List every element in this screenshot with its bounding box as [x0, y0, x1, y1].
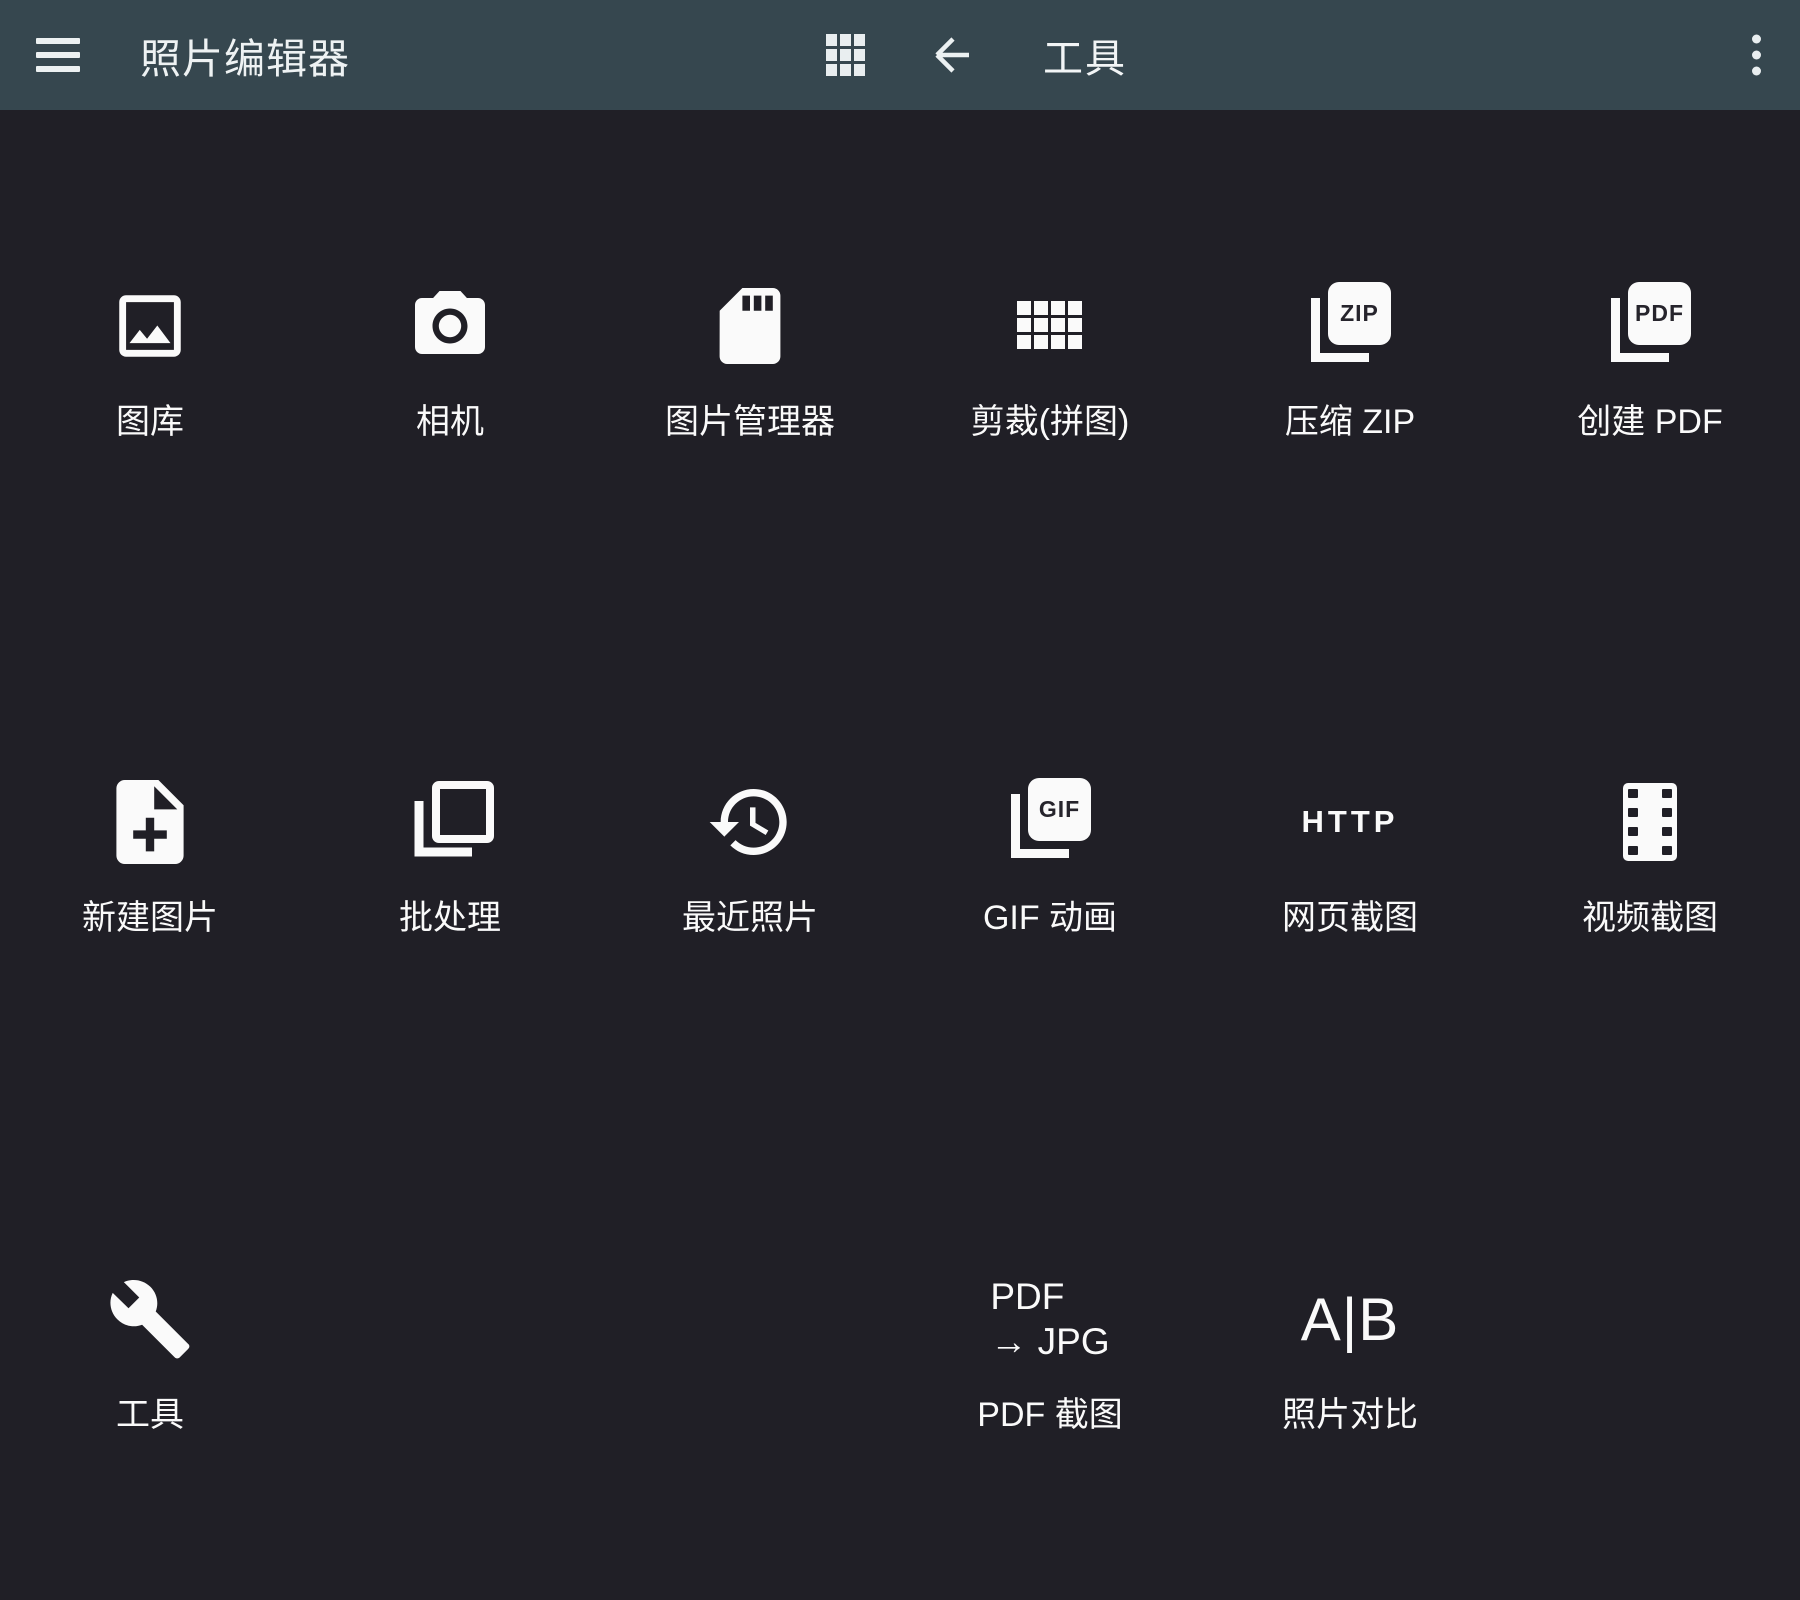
tool-image-manager[interactable]: 图片管理器	[600, 110, 900, 607]
app-title: 照片编辑器	[140, 25, 350, 85]
tool-photo-compare[interactable]: A|B 照片对比	[1200, 1103, 1500, 1600]
tool-label: 批处理	[399, 890, 501, 939]
tool-label: PDF 截图	[977, 1387, 1122, 1436]
sd-card-icon	[712, 274, 788, 378]
tool-label: 图片管理器	[665, 394, 835, 443]
tool-label: GIF 动画	[983, 890, 1117, 939]
tool-create-pdf[interactable]: PDF 创建 PDF	[1500, 110, 1800, 607]
gif-badge-text: GIF	[1028, 778, 1091, 841]
gif-badge-icon: GIF	[1006, 770, 1094, 874]
tool-label: 图库	[116, 394, 184, 443]
page-title: 工具	[1043, 26, 1127, 84]
tool-tools[interactable]: 工具	[0, 1103, 300, 1600]
tool-batch-process[interactable]: 批处理	[300, 607, 600, 1104]
tool-gif-animation[interactable]: GIF GIF 动画	[900, 607, 1200, 1104]
tool-gallery[interactable]: 图库	[0, 110, 300, 607]
pdf-badge-icon: PDF	[1606, 274, 1694, 378]
tool-label: 压缩 ZIP	[1285, 394, 1415, 443]
tool-new-image[interactable]: 新建图片	[0, 607, 300, 1104]
top-app-bar: 照片编辑器 工具	[0, 0, 1800, 110]
overflow-menu-icon[interactable]	[1748, 31, 1765, 80]
tool-pdf-screenshot[interactable]: PDF → JPG PDF 截图	[900, 1103, 1200, 1600]
tool-camera[interactable]: 相机	[300, 110, 600, 607]
http-text-icon: HTTP	[1302, 770, 1399, 874]
new-image-icon	[116, 770, 184, 874]
ab-compare-icon: A|B	[1301, 1267, 1400, 1371]
collage-grid-icon	[1017, 274, 1083, 378]
pdf-badge-text: PDF	[1628, 282, 1691, 345]
tool-video-screenshot[interactable]: 视频截图	[1500, 607, 1800, 1104]
tool-recent-photos[interactable]: 最近照片	[600, 607, 900, 1104]
tool-label: 剪裁(拼图)	[971, 394, 1130, 443]
camera-icon	[408, 274, 492, 378]
tool-label: 照片对比	[1282, 1387, 1418, 1436]
tool-label: 工具	[116, 1387, 184, 1436]
back-arrow-icon[interactable]	[928, 31, 976, 79]
tool-label: 创建 PDF	[1577, 394, 1722, 443]
tool-crop-collage[interactable]: 剪裁(拼图)	[900, 110, 1200, 607]
film-strip-icon	[1623, 770, 1677, 874]
wrench-icon	[107, 1267, 193, 1371]
tool-label: 网页截图	[1282, 890, 1418, 939]
pdf-to-jpg-icon: PDF → JPG	[990, 1267, 1109, 1371]
hamburger-menu-icon[interactable]	[36, 38, 80, 72]
gallery-icon	[109, 274, 191, 378]
recent-history-icon	[706, 770, 794, 874]
zip-badge-text: ZIP	[1328, 282, 1391, 345]
tool-label: 视频截图	[1582, 890, 1718, 939]
tools-grid: 图库 相机 图片管理器	[0, 110, 1800, 1600]
tool-label: 新建图片	[82, 890, 218, 939]
tool-label: 相机	[416, 394, 484, 443]
batch-copy-icon	[406, 770, 494, 874]
zip-badge-icon: ZIP	[1306, 274, 1394, 378]
tool-label: 最近照片	[682, 890, 818, 939]
tool-compress-zip[interactable]: ZIP 压缩 ZIP	[1200, 110, 1500, 607]
tool-web-screenshot[interactable]: HTTP 网页截图	[1200, 607, 1500, 1104]
apps-grid-icon[interactable]	[826, 34, 865, 76]
